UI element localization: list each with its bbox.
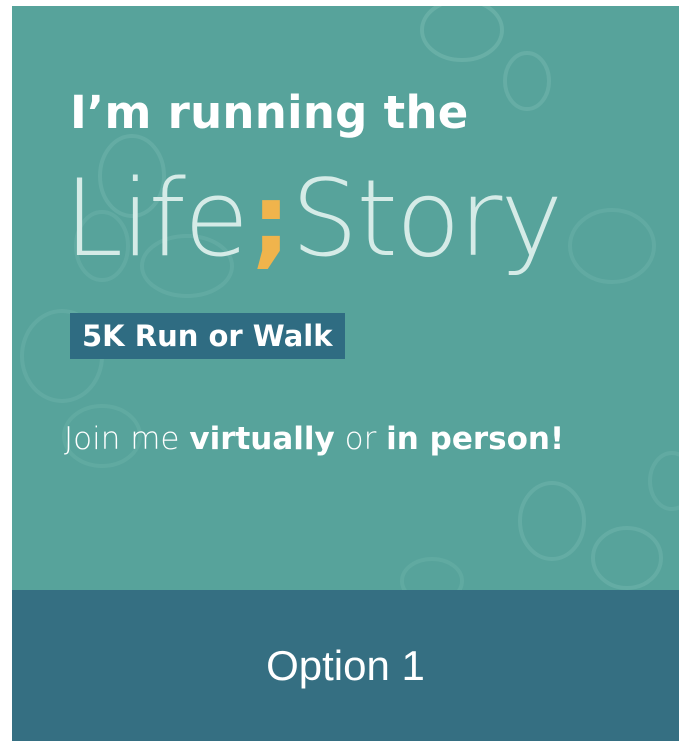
event-badge: 5K Run or Walk: [70, 313, 345, 359]
tagline-virtually: virtually: [189, 421, 335, 457]
semicolon-logo-mark: ;: [251, 162, 291, 279]
event-poster: I’m running the Life;Story 5K Run or Wal…: [12, 6, 679, 590]
tagline-part-2: or: [334, 421, 387, 457]
poster-tagline: Join me virtually or in person!: [64, 424, 564, 455]
life-story-logo: Life;Story: [64, 166, 563, 272]
logo-word-story: Story: [291, 157, 563, 280]
logo-word-life: Life: [64, 157, 249, 280]
option-card[interactable]: I’m running the Life;Story 5K Run or Wal…: [12, 6, 679, 741]
tagline-part-1: Join me: [64, 421, 190, 457]
poster-headline: I’m running the: [70, 86, 469, 139]
option-label: Option 1: [266, 641, 425, 689]
tagline-in-person: in person!: [386, 421, 565, 457]
option-footer[interactable]: Option 1: [12, 590, 679, 741]
